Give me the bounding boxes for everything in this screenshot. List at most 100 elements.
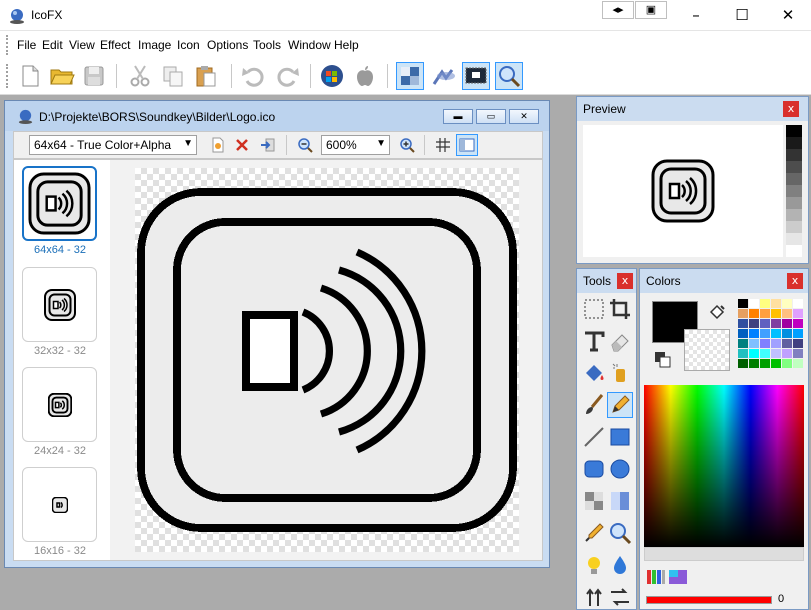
extract-icon[interactable]: [430, 62, 458, 90]
gray-swatch[interactable]: [786, 233, 802, 245]
redo-icon[interactable]: [273, 62, 301, 90]
thumbnail-24[interactable]: [22, 367, 97, 442]
opacity-slider[interactable]: [646, 596, 772, 604]
cut-icon[interactable]: [126, 62, 154, 90]
pattern-icon[interactable]: [582, 489, 606, 513]
crop-icon[interactable]: [608, 297, 632, 321]
gray-swatch[interactable]: [786, 173, 802, 185]
palette-swatch[interactable]: [771, 299, 781, 308]
fill-icon[interactable]: [582, 361, 606, 385]
palette-swatch[interactable]: [738, 309, 748, 318]
grid-icon[interactable]: [435, 137, 451, 153]
palette-swatch[interactable]: [749, 319, 759, 328]
background-gray-picker[interactable]: [786, 125, 802, 257]
palette-swatch[interactable]: [793, 309, 803, 318]
screen-capture-button[interactable]: [462, 62, 490, 90]
thumbnail-16[interactable]: [22, 467, 97, 542]
palette-swatch[interactable]: [782, 329, 792, 338]
color-spectrum-strip[interactable]: [644, 547, 804, 561]
toolbar-grip[interactable]: [6, 64, 9, 88]
menu-grip[interactable]: [6, 35, 9, 55]
gray-swatch[interactable]: [786, 209, 802, 221]
menu-image[interactable]: Image: [138, 38, 171, 52]
windows-logo-icon[interactable]: [318, 62, 346, 90]
new-file-icon[interactable]: [16, 62, 44, 90]
menu-edit[interactable]: Edit: [42, 38, 63, 52]
open-folder-icon[interactable]: [48, 62, 76, 90]
palette-swatch[interactable]: [771, 319, 781, 328]
preview-toggle-button[interactable]: [456, 134, 478, 156]
palette-swatch[interactable]: [782, 339, 792, 348]
zoom-in-icon[interactable]: [399, 137, 415, 153]
palette-swatch[interactable]: [749, 349, 759, 358]
palette-swatch[interactable]: [738, 329, 748, 338]
spray-icon[interactable]: [608, 361, 632, 385]
ellipse-icon[interactable]: [608, 457, 632, 481]
gray-swatch[interactable]: [786, 125, 802, 137]
magnifier-icon[interactable]: [608, 521, 632, 545]
delete-image-icon[interactable]: [234, 137, 250, 153]
palette-swatch[interactable]: [738, 349, 748, 358]
palette-swatch[interactable]: [771, 359, 781, 368]
text-icon[interactable]: [582, 329, 606, 353]
palette-swatch[interactable]: [793, 329, 803, 338]
menu-window[interactable]: Window: [288, 38, 331, 52]
menu-file[interactable]: File: [17, 38, 36, 52]
rounded-rect-icon[interactable]: [582, 457, 606, 481]
import-icon[interactable]: [260, 137, 276, 153]
thumbnail-64[interactable]: [22, 166, 97, 241]
menu-options[interactable]: Options: [207, 38, 248, 52]
color-palette[interactable]: [738, 299, 804, 371]
palette-swatch[interactable]: [749, 299, 759, 308]
doc-restore-button[interactable]: ▭: [476, 109, 506, 124]
menu-effect[interactable]: Effect: [100, 38, 130, 52]
paste-icon[interactable]: [192, 62, 220, 90]
swap-colors-icon[interactable]: [708, 303, 726, 321]
select-rect-icon[interactable]: [582, 297, 606, 321]
color-picker-icon[interactable]: [582, 521, 606, 545]
palette-swatch[interactable]: [738, 359, 748, 368]
document-titlebar[interactable]: D:\Projekte\BORS\Soundkey\Bilder\Logo.ic…: [5, 101, 549, 131]
gray-swatch[interactable]: [786, 185, 802, 197]
palette-swatch[interactable]: [749, 309, 759, 318]
palette-swatch[interactable]: [760, 329, 770, 338]
palette-swatch[interactable]: [771, 309, 781, 318]
undo-icon[interactable]: [240, 62, 268, 90]
zoom-select[interactable]: 600% ▼: [321, 135, 390, 155]
gray-swatch[interactable]: [786, 197, 802, 209]
palette-swatch[interactable]: [760, 309, 770, 318]
thumbnail-32[interactable]: [22, 267, 97, 342]
pixel-canvas[interactable]: [135, 168, 519, 552]
palette-swatch[interactable]: [760, 339, 770, 348]
palette-swatch[interactable]: [793, 339, 803, 348]
palette-swatch[interactable]: [760, 319, 770, 328]
palette-swatch[interactable]: [760, 299, 770, 308]
gray-swatch[interactable]: [786, 137, 802, 149]
zoom-out-icon[interactable]: [297, 137, 313, 153]
smudge-icon[interactable]: [582, 585, 606, 609]
apple-logo-icon[interactable]: [351, 62, 379, 90]
palette-swatch[interactable]: [793, 319, 803, 328]
close-button[interactable]: ✕: [765, 0, 811, 30]
palette-swatch[interactable]: [771, 339, 781, 348]
maximize-button[interactable]: ☐: [719, 0, 765, 30]
reset-colors-icon[interactable]: [654, 351, 672, 369]
gray-swatch[interactable]: [786, 221, 802, 233]
tools-close-button[interactable]: x: [617, 273, 633, 289]
palette-swatch[interactable]: [782, 309, 792, 318]
gray-swatch[interactable]: [786, 161, 802, 173]
rectangle-icon[interactable]: [608, 425, 632, 449]
brush-icon[interactable]: [582, 393, 606, 417]
image-editor-button[interactable]: [396, 62, 424, 90]
gray-swatch[interactable]: [786, 245, 802, 257]
secondary-color-swatch[interactable]: [684, 329, 730, 371]
palette-swatch[interactable]: [738, 299, 748, 308]
minimize-button[interactable]: –: [673, 0, 719, 30]
palette-swatch[interactable]: [749, 339, 759, 348]
doc-close-button[interactable]: ✕: [509, 109, 539, 124]
new-image-icon[interactable]: [210, 137, 226, 153]
gradient-icon[interactable]: [608, 489, 632, 513]
doc-minimize-button[interactable]: ▬: [443, 109, 473, 124]
move-arrows-button[interactable]: ◂▸: [602, 1, 634, 19]
palette-swatch[interactable]: [738, 339, 748, 348]
